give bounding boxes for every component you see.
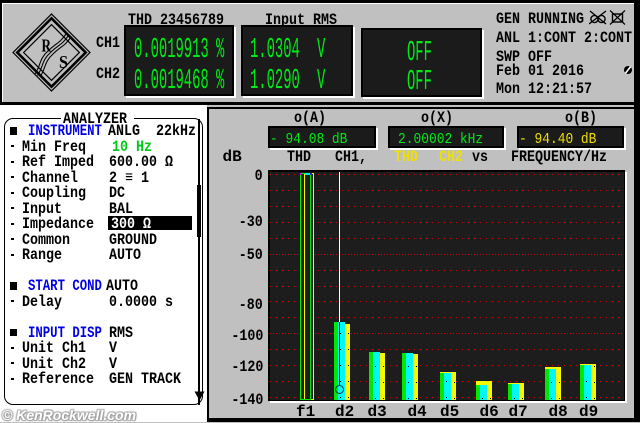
svg-text:R: R [42,36,52,56]
svg-text:S: S [59,52,68,72]
